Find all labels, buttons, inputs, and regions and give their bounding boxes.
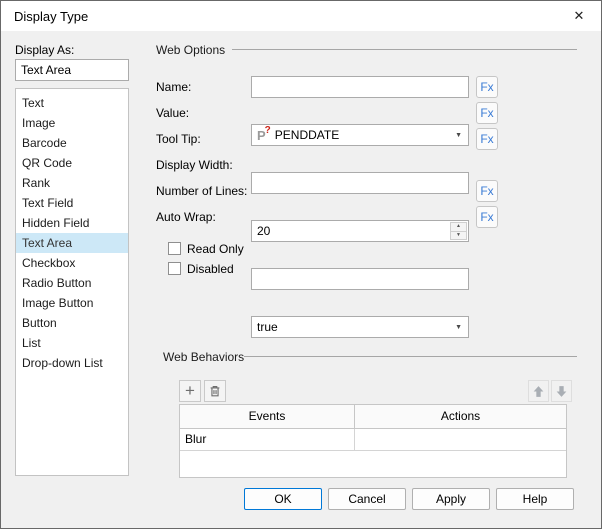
read-only-label: Read Only — [187, 242, 244, 256]
type-list-item[interactable]: Checkbox — [16, 253, 128, 273]
cancel-button[interactable]: Cancel — [328, 488, 406, 510]
type-list-item[interactable]: Text Field — [16, 193, 128, 213]
value-combobox-value: PENDDATE — [274, 128, 340, 142]
number-of-lines-input[interactable] — [252, 269, 468, 289]
type-list-item[interactable]: Drop-down List — [16, 353, 128, 373]
read-only-checkbox[interactable] — [168, 242, 181, 255]
add-behavior-button[interactable]: + — [179, 380, 201, 402]
spin-down-icon: ▼ — [456, 231, 461, 238]
behaviors-table: Events Actions Blur — [179, 404, 567, 478]
plus-icon: + — [185, 380, 195, 400]
auto-wrap-formula-button[interactable]: Fx — [476, 206, 498, 228]
ok-button[interactable]: OK — [244, 488, 322, 510]
dialog-title: Display Type — [14, 8, 89, 24]
trash-icon — [210, 386, 220, 397]
auto-wrap-label: Auto Wrap: — [156, 210, 216, 224]
actions-column-header: Actions — [440, 409, 481, 423]
move-down-button[interactable] — [551, 380, 572, 402]
number-of-lines-field — [251, 268, 469, 290]
tool-tip-label: Tool Tip: — [156, 132, 201, 146]
type-list-item-selected[interactable]: Text Area — [16, 233, 128, 253]
spin-up-button[interactable]: ▲ — [450, 222, 467, 232]
events-column-header: Events — [180, 405, 355, 428]
titlebar: Display Type ✕ — [1, 1, 601, 31]
close-button[interactable]: ✕ — [557, 1, 601, 31]
display-type-dialog: Display Type ✕ Display As: Text Image Ba… — [0, 0, 602, 529]
web-behaviors-divider — [244, 356, 577, 357]
number-of-lines-formula-button[interactable]: Fx — [476, 180, 498, 202]
tool-tip-field — [251, 172, 469, 194]
display-as-field[interactable] — [15, 59, 129, 81]
display-type-list: Text Image Barcode QR Code Rank Text Fie… — [15, 88, 129, 476]
arrow-down-icon — [556, 385, 567, 397]
disabled-checkbox[interactable] — [168, 262, 181, 275]
value-label: Value: — [156, 106, 190, 120]
auto-wrap-combobox-value: true — [257, 320, 278, 334]
delete-behavior-button[interactable] — [204, 380, 226, 402]
chevron-down-icon: ▼ — [455, 324, 462, 331]
type-list-item[interactable]: List — [16, 333, 128, 353]
web-options-divider — [232, 49, 577, 50]
disabled-label: Disabled — [187, 262, 234, 276]
behaviors-table-empty-area — [180, 451, 566, 477]
behaviors-table-header: Events Actions — [180, 405, 566, 429]
chevron-down-icon: ▼ — [455, 132, 462, 139]
type-list-item[interactable]: Image Button — [16, 293, 128, 313]
web-behaviors-title: Web Behaviors — [163, 350, 245, 364]
number-of-lines-label: Number of Lines: — [156, 184, 248, 198]
arrow-up-icon — [533, 385, 544, 397]
parameter-icon: P? — [257, 124, 271, 143]
type-list-item[interactable]: Text — [16, 93, 128, 113]
table-row[interactable]: Blur — [180, 429, 566, 451]
event-cell[interactable]: Blur — [180, 429, 355, 450]
name-input[interactable] — [252, 77, 468, 97]
type-list-item[interactable]: Barcode — [16, 133, 128, 153]
spin-up-icon: ▲ — [456, 223, 461, 230]
type-list-item[interactable]: Hidden Field — [16, 213, 128, 233]
display-width-label: Display Width: — [156, 158, 233, 172]
close-icon: ✕ — [573, 8, 585, 23]
action-cell[interactable] — [355, 429, 566, 450]
name-label: Name: — [156, 80, 192, 94]
value-formula-button[interactable]: Fx — [476, 102, 498, 124]
display-width-stepper: ▲ ▼ — [450, 222, 467, 240]
name-formula-button[interactable]: Fx — [476, 76, 498, 98]
tool-tip-input[interactable] — [252, 173, 468, 193]
type-list-item[interactable]: Image — [16, 113, 128, 133]
help-button[interactable]: Help — [496, 488, 574, 510]
type-list-item[interactable]: Radio Button — [16, 273, 128, 293]
dialog-body: Display As: Text Image Barcode QR Code R… — [1, 31, 601, 528]
type-list-item[interactable]: Rank — [16, 173, 128, 193]
name-field — [251, 76, 469, 98]
tool-tip-formula-button[interactable]: Fx — [476, 128, 498, 150]
type-list-item[interactable]: Button — [16, 313, 128, 333]
value-combobox[interactable]: P? PENDDATE ▼ — [251, 124, 469, 146]
web-options-title: Web Options — [156, 43, 226, 57]
display-as-label: Display As: — [15, 43, 75, 57]
move-up-button[interactable] — [528, 380, 549, 402]
display-width-field: ▲ ▼ — [251, 220, 469, 242]
display-as-input[interactable] — [16, 60, 128, 80]
apply-button[interactable]: Apply — [412, 488, 490, 510]
type-list-item[interactable]: QR Code — [16, 153, 128, 173]
spin-down-button[interactable]: ▼ — [450, 231, 467, 240]
auto-wrap-combobox[interactable]: true ▼ — [251, 316, 469, 338]
display-width-input[interactable] — [252, 221, 468, 241]
